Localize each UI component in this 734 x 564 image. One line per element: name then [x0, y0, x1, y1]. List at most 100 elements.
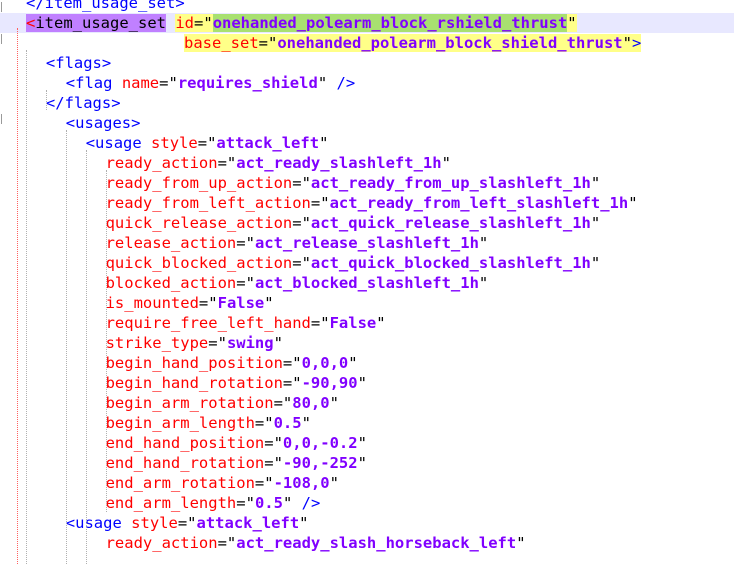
quote: " — [441, 154, 451, 172]
tag-bracket: > — [101, 54, 112, 72]
code-line[interactable]: ready_action="act_ready_slashleft_1h" — [106, 153, 451, 173]
code-line[interactable]: end_hand_position="0,0,-0.2" — [106, 433, 367, 453]
code-line[interactable]: begin_arm_rotation="80,0" — [106, 393, 339, 413]
code-line[interactable]: ready_action="act_ready_slash_horseback_… — [106, 533, 526, 553]
attribute-highlight: " — [567, 14, 577, 32]
tag-bracket: < — [45, 54, 56, 72]
code-line[interactable]: <usage style="attack_left" — [66, 513, 309, 533]
code-line[interactable]: <item_usage_set id="onehanded_polearm_bl… — [0, 13, 734, 33]
attribute-name: end_arm_rotation — [105, 474, 255, 492]
quote: " — [590, 174, 601, 192]
attribute-name: quick_release_action — [105, 214, 293, 232]
quote: " — [292, 354, 302, 372]
attribute-name: blocked_action — [105, 274, 237, 292]
tag-bracket: > — [111, 94, 121, 112]
attribute-name: quick_blocked_action — [105, 254, 293, 272]
quote: " — [357, 434, 367, 452]
quote: " — [478, 234, 489, 252]
quote: " — [329, 474, 339, 492]
code-line[interactable]: </flags> — [46, 93, 121, 113]
attribute-name: strike_type — [105, 334, 209, 352]
code-line[interactable]: quick_blocked_action="act_quick_blocked_… — [106, 253, 601, 273]
quote: " — [357, 454, 367, 472]
attribute-value: onehanded_polearm_block_rshield_thrust — [212, 14, 568, 32]
attribute-value: act_ready_from_up_slashleft_1h — [310, 174, 591, 192]
code-line[interactable]: base_set="onehanded_polearm_block_shield… — [184, 33, 642, 53]
attribute-value: 0,0,0 — [301, 354, 349, 372]
tag-bracket: > — [175, 0, 185, 12]
code-line[interactable]: blocked_action="act_blocked_slashleft_1h… — [106, 273, 489, 293]
attribute-value: attack_left — [216, 134, 320, 152]
code-line[interactable]: quick_release_action="act_quick_release_… — [106, 213, 601, 233]
attribute-value: attack_left — [196, 514, 300, 532]
tag-name: flag — [75, 74, 113, 92]
code-line[interactable]: strike_type="swing" — [106, 333, 283, 353]
tag-bracket: < — [85, 134, 96, 152]
matched-tag-highlight: <item_usage_set — [26, 14, 166, 32]
quote: " — [264, 294, 274, 312]
code-line[interactable]: <flags> — [46, 53, 111, 73]
quote: " — [319, 134, 329, 152]
code-line[interactable]: end_arm_rotation="-108,0" — [106, 473, 339, 493]
attribute-value: onehanded_polearm_block_shield_thrust — [277, 34, 623, 52]
quote: " — [329, 394, 339, 412]
tag-name: usage — [95, 134, 142, 152]
quote: " — [301, 174, 311, 192]
tag-name: item_usage_set — [44, 0, 176, 12]
quote: " — [516, 534, 526, 552]
quote: " — [226, 154, 237, 172]
quote: " — [301, 254, 311, 272]
code-line[interactable]: begin_arm_length="0.5" — [106, 413, 311, 433]
quote: " — [245, 494, 255, 512]
tag-bracket: /> — [336, 74, 356, 92]
indent-guide — [106, 170, 107, 512]
equals-sign: = — [310, 314, 321, 332]
quote: " — [226, 534, 237, 552]
quote: " — [357, 374, 367, 392]
attribute-name: require_free_left_hand — [105, 314, 311, 332]
equals-sign: = — [292, 214, 302, 232]
tag-bracket: </ — [45, 94, 65, 112]
attribute-value: 0.5 — [254, 494, 283, 512]
code-line[interactable]: <flag name="requires_shield" /> — [66, 73, 355, 93]
code-line[interactable]: end_hand_rotation="-90,-252" — [106, 453, 367, 473]
equals-sign: = — [236, 494, 246, 512]
tag-bracket: > — [631, 34, 642, 52]
equals-sign: = — [208, 334, 218, 352]
equals-sign: = — [264, 434, 274, 452]
quote: " — [282, 394, 293, 412]
quote: " — [299, 514, 309, 532]
attribute-name: style — [131, 514, 178, 532]
code-line[interactable]: is_mounted="False" — [106, 293, 274, 313]
code-line[interactable]: <usage style="attack_left" — [86, 133, 329, 153]
code-line[interactable]: end_arm_length="0.5" /> — [106, 493, 321, 513]
selected-text[interactable]: onehanded_polearm_block_rshield_thrust — [212, 14, 568, 32]
code-line[interactable]: <usages> — [66, 113, 141, 133]
tag-bracket: > — [131, 114, 141, 132]
code-line[interactable]: release_action="act_release_slashleft_1h… — [106, 233, 489, 253]
code-area[interactable]: </item_usage_set> <item_usage_set id="one… — [0, 0, 734, 564]
equals-sign: = — [292, 174, 302, 192]
quote: " — [273, 434, 283, 452]
tag-bracket: < — [65, 114, 76, 132]
code-editor[interactable]: </item_usage_set> <item_usage_set id="one… — [0, 0, 734, 564]
attribute-name: ready_from_up_action — [105, 174, 293, 192]
code-line[interactable]: require_free_left_hand="False" — [106, 313, 386, 333]
equals-sign: = — [236, 274, 246, 292]
quote: " — [264, 414, 274, 432]
tag-name: item_usage_set — [35, 14, 166, 32]
code-line[interactable]: ready_from_up_action="act_ready_from_up_… — [106, 173, 601, 193]
attribute-value: -90,90 — [301, 374, 358, 392]
attribute-name: begin_arm_length — [105, 414, 255, 432]
tag-name: flags — [64, 94, 112, 112]
code-line[interactable]: begin_hand_position="0,0,0" — [106, 353, 358, 373]
quote: " — [264, 474, 274, 492]
code-line[interactable]: </item_usage_set> — [26, 0, 185, 13]
code-line[interactable]: ready_from_left_action="act_ready_from_l… — [106, 193, 638, 213]
attribute-value: -90,-252 — [282, 454, 358, 472]
attribute-value: act_ready_slashleft_1h — [236, 154, 442, 172]
quote: " — [478, 274, 489, 292]
quote: " — [273, 454, 283, 472]
quote: " — [168, 74, 178, 92]
code-line[interactable]: begin_hand_rotation="-90,90" — [106, 373, 367, 393]
